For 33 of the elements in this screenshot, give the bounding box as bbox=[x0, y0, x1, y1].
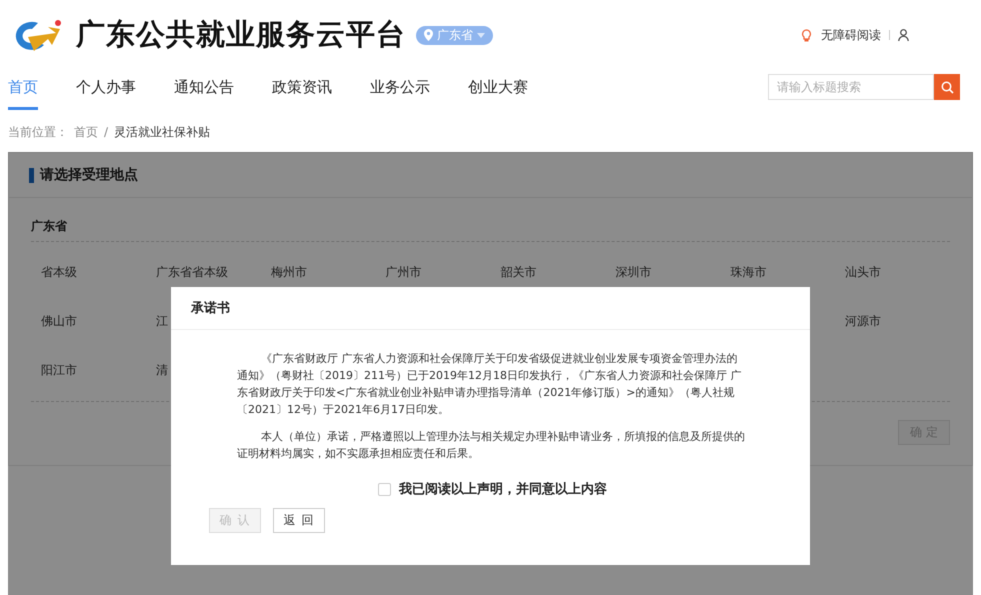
search-button[interactable] bbox=[934, 74, 960, 100]
search-field[interactable]: 请输入标题搜索 bbox=[768, 74, 934, 100]
user-icon[interactable] bbox=[898, 29, 909, 41]
agree-label[interactable]: 我已阅读以上声明，并同意以上内容 bbox=[399, 480, 607, 498]
nav-tab[interactable]: 业务公示 bbox=[370, 64, 430, 110]
pledge-paragraph: 本人（单位）承诺，严格遵照以上管理办法与相关规定办理补贴申请业务，所填报的信息及所提供的证明材料均属实，如不实愿承担相应责任和后果。 bbox=[237, 429, 746, 462]
dialog-title: 承诺书 bbox=[191, 300, 230, 317]
search-icon bbox=[940, 80, 954, 94]
province-heading: 广东省 bbox=[31, 198, 950, 242]
breadcrumb-separator: / bbox=[104, 125, 108, 139]
location-pin-icon bbox=[424, 29, 433, 41]
back-button[interactable]: 返 回 bbox=[273, 508, 325, 533]
lightbulb-icon bbox=[800, 28, 813, 42]
accessibility-link[interactable]: 无障碍阅读 bbox=[821, 26, 881, 44]
nav-tab[interactable]: 政策资讯 bbox=[272, 64, 332, 110]
city-link[interactable]: 河源市 bbox=[835, 297, 950, 346]
pledge-paragraph: 《广东省财政厅 广东省人力资源和社会保障厅关于印发省级促进就业创业发展专项资金管理办法的通知》（粤财社〔2019〕211号）已于2019年12月18日印发执行，《广东省人力资源和社会保障厅 广东省财政厅关于印发<广东省就业创业补贴申请办理指导清单（2021年修订版）>的通知》（粤人社规〔2021〕12号）于2021年6月17日印发。 bbox=[237, 351, 742, 418]
nav-tab[interactable]: 创业大赛 bbox=[468, 64, 528, 110]
caret-icon bbox=[477, 32, 485, 38]
panel-title: 请选择受理地点 bbox=[40, 166, 138, 184]
city-link[interactable]: 汕头市 bbox=[835, 248, 950, 297]
city-link[interactable]: 省本级 bbox=[31, 248, 146, 297]
agree-checkbox[interactable] bbox=[378, 482, 391, 496]
site-title: 广东公共就业服务云平台 bbox=[76, 16, 406, 53]
nav-tab[interactable]: 通知公告 bbox=[174, 64, 234, 110]
nav-tab[interactable]: 首页 bbox=[8, 64, 38, 110]
nav-tab[interactable]: 个人办事 bbox=[76, 64, 136, 110]
city-link[interactable]: 阳江市 bbox=[31, 346, 146, 395]
city-link[interactable]: 佛山市 bbox=[31, 297, 146, 346]
section-marker bbox=[29, 168, 34, 182]
breadcrumb-link[interactable]: 首页 bbox=[74, 124, 98, 140]
breadcrumb-label: 当前位置： bbox=[8, 124, 68, 140]
breadcrumb-link[interactable]: 灵活就业社保补贴 bbox=[114, 124, 210, 140]
